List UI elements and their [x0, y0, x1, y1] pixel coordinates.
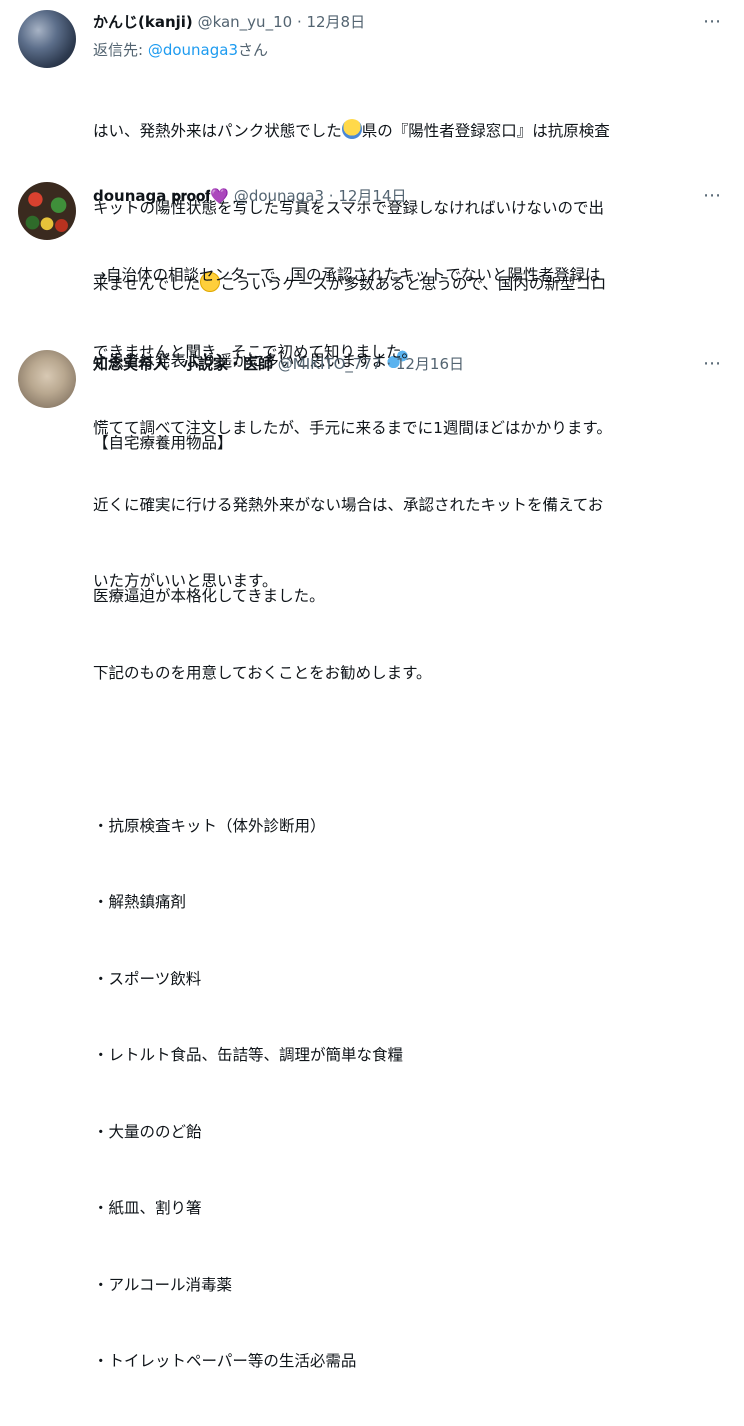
more-options-icon[interactable]: ⋯	[703, 352, 722, 376]
author-name[interactable]: かんじ(kanji)	[93, 13, 193, 31]
tweet-line: ・スポーツ飲料	[93, 969, 202, 988]
tweet-text: 【自宅療養用物品】 医療逼迫が本格化してきました。 下記のものを用意しておくこと…	[93, 380, 723, 1426]
avatar[interactable]	[18, 182, 76, 240]
tweet-line: →自治体の相談センターで、国の承認されたキットでないと陽性者登録は	[93, 266, 601, 284]
tweet-line: ・アルコール消毒薬	[93, 1275, 233, 1294]
tweet-line	[93, 508, 723, 534]
tweet-line: ・レトルト食品、缶詰等、調理が簡単な食糧	[93, 1046, 404, 1064]
tweet-date[interactable]: · 12月8日	[297, 13, 365, 31]
tweet-header: dounaga 𝐩𝐫𝐨𝐨𝐟💜 @dounaga3 · 12月14日	[93, 184, 407, 208]
reply-to-suffix: さん	[238, 41, 269, 59]
reply-to-prefix: 返信先:	[93, 41, 148, 59]
tweet-line: 県の『陽性者登録窓口』は抗原検査	[361, 122, 610, 140]
reply-to: 返信先: @dounaga3さん	[93, 38, 268, 62]
tweet-date[interactable]: · 12月14日	[329, 187, 407, 205]
more-options-icon[interactable]: ⋯	[703, 184, 722, 208]
anxious-face-emoji-icon	[341, 119, 362, 139]
tweet-line	[93, 737, 723, 763]
author-name[interactable]: 知念実希人 小説家・医師	[93, 355, 273, 373]
more-options-icon[interactable]: ⋯	[703, 10, 722, 34]
avatar[interactable]	[18, 350, 76, 408]
tweet-line: 下記のものを用意しておくことをお勧めします。	[93, 663, 432, 682]
tweet-line: ・紙皿、割り箸	[93, 1199, 202, 1217]
author-handle[interactable]: @MIKITO_777	[278, 355, 382, 373]
avatar[interactable]	[18, 10, 76, 68]
purple-heart-icon: 💜	[210, 187, 230, 205]
author-handle[interactable]: @kan_yu_10	[198, 13, 293, 31]
tweet-line: はい、発熱外来はパンク状態でした	[93, 122, 342, 140]
tweet-line: 【自宅療養用物品】	[93, 434, 233, 452]
author-name[interactable]: dounaga 𝐩𝐫𝐨𝐨𝐟	[93, 187, 210, 205]
tweet-line: ・解熱鎮痛剤	[93, 893, 187, 911]
tweet-date[interactable]: · 12月16日	[386, 355, 464, 373]
tweet-header: かんじ(kanji) @kan_yu_10 · 12月8日	[93, 10, 365, 34]
tweet-line: 医療逼迫が本格化してきました。	[93, 587, 325, 605]
reply-to-handle-link[interactable]: @dounaga3	[148, 41, 238, 59]
tweet-line: ・大量ののど飴	[93, 1122, 202, 1141]
tweet-header: 知念実希人 小説家・医師 @MIKITO_777 · 12月16日	[93, 352, 464, 376]
author-handle[interactable]: @dounaga3	[234, 187, 324, 205]
tweet-line: ・トイレットペーパー等の生活必需品	[93, 1352, 357, 1370]
tweet-line: ・抗原検査キット（体外診断用）	[93, 816, 326, 835]
